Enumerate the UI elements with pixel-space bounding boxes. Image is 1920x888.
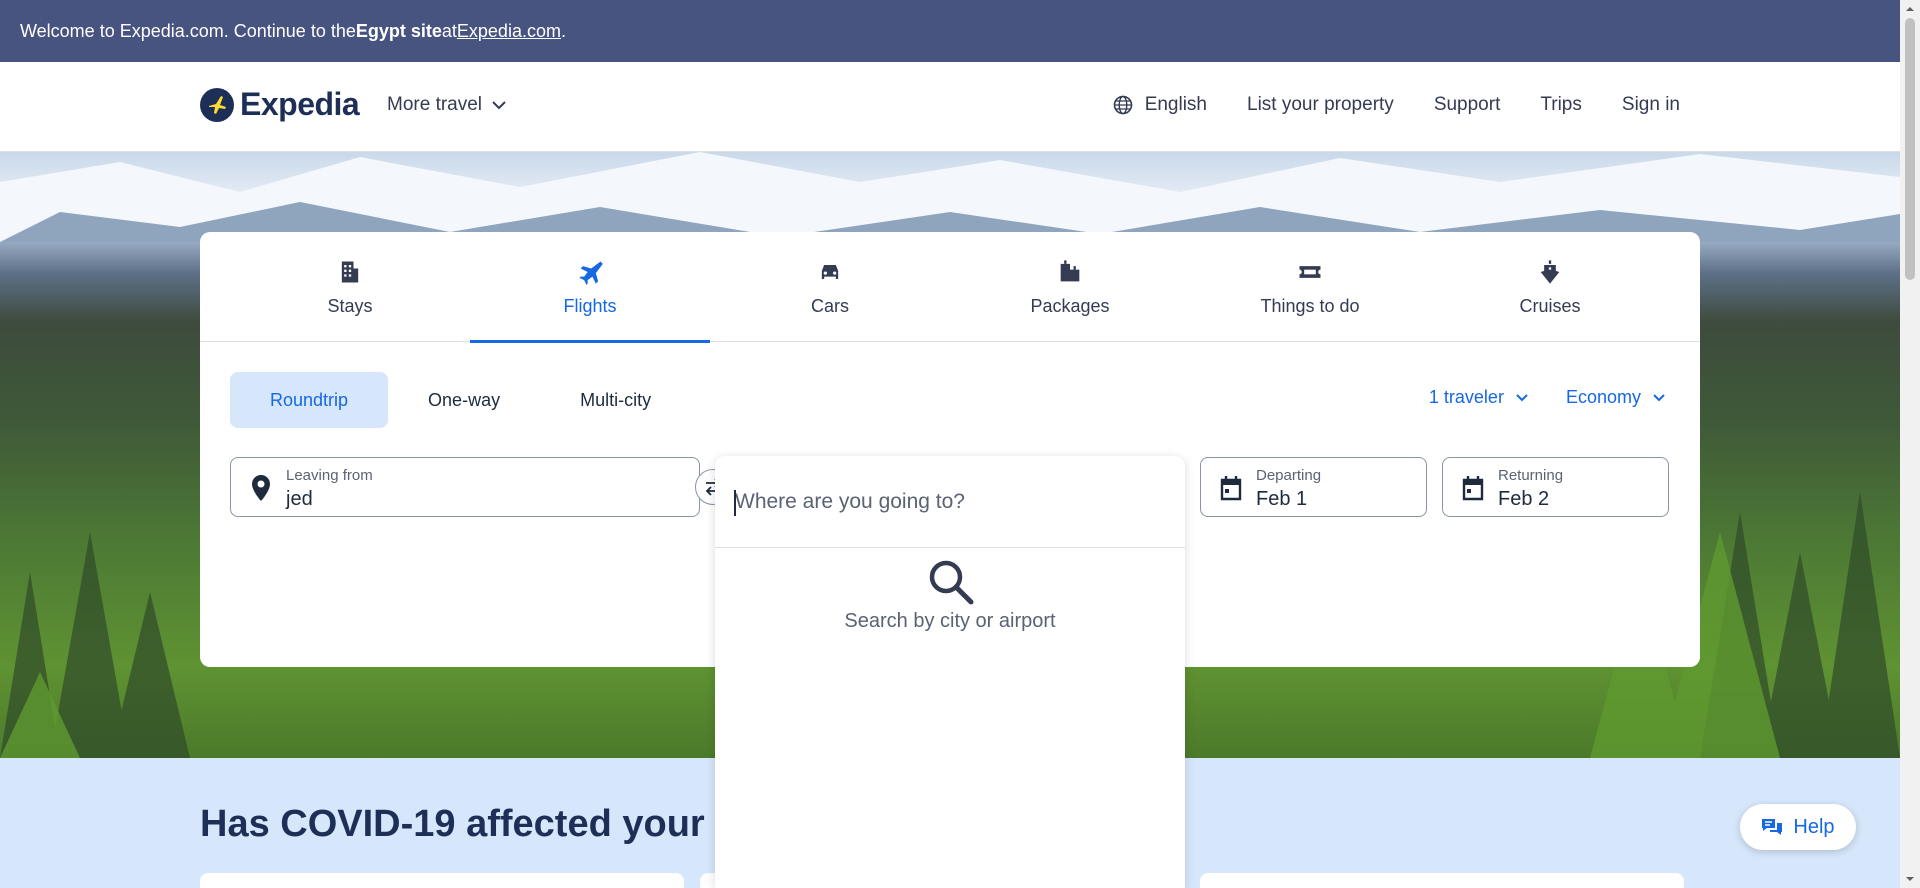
luggage-icon — [1060, 259, 1080, 281]
building-icon — [341, 261, 359, 282]
search-hint: Search by city or airport — [844, 610, 1056, 632]
tab-flights[interactable]: Flights — [470, 232, 710, 343]
departing-label: Departing — [1256, 467, 1322, 484]
banner-suffix: . — [560, 20, 566, 41]
returning-label: Returning — [1498, 467, 1564, 484]
tab-label: Cruises — [1519, 295, 1581, 316]
more-travel-label: More travel — [387, 94, 483, 115]
returning-value: Feb 2 — [1498, 488, 1550, 510]
globe-icon — [1113, 95, 1132, 115]
calendar-icon — [1462, 476, 1484, 501]
search-icon — [929, 560, 974, 605]
tab-cruises[interactable]: Cruises — [1430, 232, 1670, 342]
tab-label: Flights — [563, 295, 617, 316]
location-pin-icon — [252, 475, 270, 501]
scroll-up-arrow-icon[interactable] — [1905, 4, 1915, 14]
chat-icon — [1762, 819, 1783, 835]
support-link[interactable]: Support — [1434, 94, 1501, 116]
ship-icon — [1540, 259, 1560, 284]
trips-link[interactable]: Trips — [1540, 94, 1582, 116]
tab-cars[interactable]: Cars — [710, 232, 950, 342]
covid-card[interactable] — [1200, 873, 1684, 888]
cabin-class-selector[interactable]: Economy — [1566, 387, 1665, 408]
tab-packages[interactable]: Packages — [950, 232, 1190, 342]
banner-middle: at — [441, 20, 457, 41]
tab-label: Packages — [1030, 295, 1110, 316]
chevron-down-icon — [1516, 393, 1528, 401]
car-icon — [821, 264, 839, 279]
banner-link[interactable]: Expedia.com — [457, 21, 561, 42]
text-cursor — [734, 490, 736, 516]
tab-stays[interactable]: Stays — [230, 232, 470, 342]
covid-card[interactable] — [200, 873, 684, 888]
more-travel-menu[interactable]: More travel — [387, 94, 506, 116]
roundtrip-option[interactable]: Roundtrip — [230, 372, 389, 428]
sign-in-link[interactable]: Sign in — [1622, 94, 1680, 116]
departing-value: Feb 1 — [1256, 488, 1308, 510]
trip-type-selector: Roundtrip One-way Multi-city — [230, 372, 691, 428]
chevron-down-icon — [492, 101, 506, 110]
site-header: Expedia More travel English List your pr… — [0, 62, 1900, 152]
going-to-input-row — [715, 456, 1185, 548]
going-to-dropdown: Search by city or airport — [715, 456, 1185, 888]
banner-prefix: Welcome to Expedia.com. Continue to the — [20, 20, 356, 41]
tab-label: Cars — [810, 295, 849, 316]
help-button[interactable]: Help — [1740, 804, 1856, 850]
logo-plane-icon — [200, 87, 234, 122]
calendar-icon — [1220, 476, 1242, 501]
chevron-down-icon — [1653, 393, 1665, 401]
travelers-label: 1 traveler — [1428, 387, 1504, 407]
trip-options: 1 traveler Economy — [1429, 387, 1665, 408]
leaving-from-field[interactable]: Leaving from jed — [230, 457, 700, 517]
tab-label: Stays — [327, 295, 373, 316]
departing-date-field[interactable]: Departing Feb 1 — [1200, 457, 1427, 517]
language-label: English — [1144, 94, 1208, 115]
welcome-banner: Welcome to Expedia.com. Continue to the … — [0, 0, 1900, 62]
help-label: Help — [1793, 815, 1835, 838]
cabin-class-label: Economy — [1565, 387, 1641, 407]
language-selector[interactable]: English — [1113, 94, 1207, 116]
scroll-down-arrow-icon[interactable] — [1905, 874, 1915, 884]
expedia-logo[interactable]: Expedia — [200, 86, 360, 123]
going-to-input[interactable] — [735, 489, 1155, 514]
tab-label: Things to do — [1260, 295, 1360, 316]
page-scrollbar[interactable] — [1900, 0, 1920, 888]
list-property-link[interactable]: List your property — [1247, 94, 1394, 116]
plane-icon — [579, 261, 603, 285]
travel-tabs: Stays Flights Cars Packages Things to do… — [200, 232, 1700, 343]
one-way-option[interactable]: One-way — [388, 372, 540, 428]
scroll-thumb[interactable] — [1905, 18, 1915, 280]
leaving-from-label: Leaving from — [286, 467, 373, 484]
multi-city-option[interactable]: Multi-city — [540, 372, 691, 428]
travelers-selector[interactable]: 1 traveler — [1429, 387, 1528, 408]
leaving-from-value: jed — [286, 488, 313, 510]
ticket-icon — [1299, 265, 1321, 278]
returning-date-field[interactable]: Returning Feb 2 — [1442, 457, 1669, 517]
banner-site: Egypt site — [355, 20, 442, 41]
header-nav: English List your property Support Trips… — [1113, 94, 1680, 116]
logo-text: Expedia — [240, 86, 360, 122]
tab-things-to-do[interactable]: Things to do — [1190, 232, 1430, 342]
